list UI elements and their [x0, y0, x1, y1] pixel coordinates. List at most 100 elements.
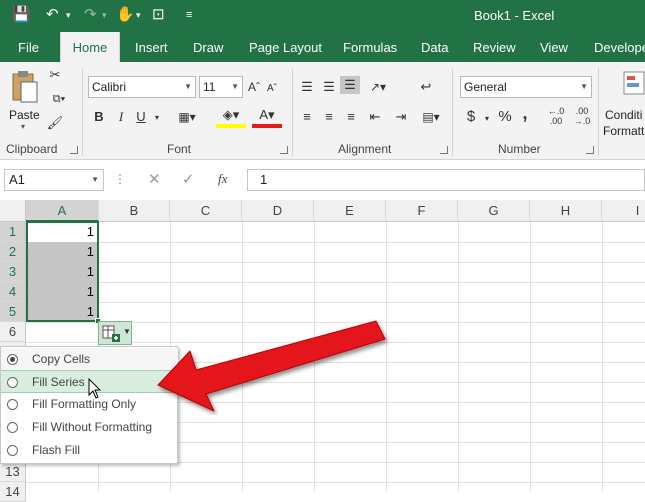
formula-input[interactable]: 1: [247, 169, 645, 191]
paste-label: Paste: [9, 108, 40, 122]
confirm-entry-icon[interactable]: ✓: [182, 170, 195, 188]
tab-draw[interactable]: Draw: [193, 40, 223, 55]
orientation-icon[interactable]: ↗▾: [364, 78, 392, 96]
font-size-select[interactable]: 11 ▼: [199, 76, 243, 98]
radio-icon: [7, 422, 18, 433]
radio-icon: [7, 445, 18, 456]
number-format-select[interactable]: General ▼: [460, 76, 592, 98]
borders-icon[interactable]: ▦▾: [174, 108, 200, 126]
font-group-label: Font: [167, 142, 192, 156]
annotation-arrow-icon: [157, 320, 386, 412]
comma-button[interactable]: ,: [518, 104, 532, 122]
undo-icon[interactable]: ↶: [46, 5, 59, 25]
row-header-13[interactable]: 13: [0, 462, 26, 482]
column-header-b[interactable]: B: [99, 200, 170, 222]
conditional-formatting-label-2: Formatt: [603, 124, 645, 138]
gridline: [26, 282, 645, 283]
more-options-icon[interactable]: ⋮: [114, 172, 126, 186]
autofill-options-button[interactable]: ▼: [98, 321, 132, 345]
number-launcher-icon[interactable]: [586, 146, 594, 154]
customize-qat-icon[interactable]: ≡: [186, 5, 192, 25]
currency-button[interactable]: $: [464, 108, 478, 126]
row-header-5[interactable]: 5: [0, 302, 26, 322]
row-header-1[interactable]: 1: [0, 222, 26, 242]
select-all-corner[interactable]: [0, 200, 26, 222]
menu-item-label: Fill Formatting Only: [32, 397, 137, 411]
underline-button[interactable]: U: [134, 108, 148, 126]
tab-page-layout[interactable]: Page Layout: [249, 40, 322, 55]
row-header-4[interactable]: 4: [0, 282, 26, 302]
row-header-3[interactable]: 3: [0, 262, 26, 282]
increase-decimal-icon[interactable]: ←.0.00: [546, 106, 566, 126]
tab-home[interactable]: Home: [60, 32, 120, 63]
middle-align-icon[interactable]: ☰: [320, 78, 338, 96]
font-color-icon[interactable]: A▾: [252, 106, 282, 128]
top-align-icon[interactable]: ☰: [298, 78, 316, 96]
italic-button[interactable]: I: [114, 108, 128, 126]
insert-function-button[interactable]: fx: [218, 171, 227, 187]
paste-button[interactable]: Paste ▾: [6, 68, 42, 131]
column-header-d[interactable]: D: [242, 200, 314, 222]
copy-icon[interactable]: ⧉▾: [46, 90, 72, 108]
divider: [82, 68, 83, 156]
tab-file[interactable]: File: [18, 40, 39, 55]
column-header-h[interactable]: H: [530, 200, 602, 222]
decrease-indent-icon[interactable]: ⇤: [364, 108, 386, 126]
increase-indent-icon[interactable]: ⇥: [390, 108, 412, 126]
menu-item-flash-fill[interactable]: Flash Fill: [1, 439, 178, 462]
mouse-pointer-icon: [88, 378, 102, 399]
fill-color-icon[interactable]: ◈▾: [216, 106, 246, 128]
percent-button[interactable]: %: [496, 108, 514, 126]
align-center-icon[interactable]: ≡: [320, 108, 338, 126]
sitemap-icon[interactable]: ⊡: [152, 5, 165, 25]
format-painter-icon[interactable]: 🖌: [46, 114, 64, 132]
divider: [598, 68, 599, 156]
wrap-text-icon[interactable]: ↩: [416, 78, 436, 96]
clipboard-launcher-icon[interactable]: [70, 146, 78, 154]
touch-mode-icon[interactable]: ✋: [116, 5, 135, 25]
tab-insert[interactable]: Insert: [135, 40, 168, 55]
grow-font-icon[interactable]: Aˆ: [246, 78, 262, 96]
column-header-i[interactable]: I: [602, 200, 645, 222]
column-header-c[interactable]: C: [170, 200, 242, 222]
merge-center-icon[interactable]: ▤▾: [416, 108, 446, 126]
bottom-align-icon[interactable]: ☰: [340, 76, 360, 94]
radio-icon: [7, 399, 18, 410]
save-icon[interactable]: 💾: [12, 5, 31, 25]
cancel-entry-icon[interactable]: ✕: [148, 170, 161, 188]
tab-data[interactable]: Data: [421, 40, 448, 55]
number-format-value: General: [464, 80, 507, 94]
tab-formulas[interactable]: Formulas: [343, 40, 397, 55]
row-header-2[interactable]: 2: [0, 242, 26, 262]
bold-button[interactable]: B: [92, 108, 106, 126]
tab-review[interactable]: Review: [473, 40, 516, 55]
tab-developer[interactable]: Developer: [594, 40, 645, 55]
chevron-down-icon[interactable]: ▾: [152, 109, 162, 127]
decrease-decimal-icon[interactable]: .00 →.0: [572, 106, 592, 126]
tab-view[interactable]: View: [540, 40, 568, 55]
menu-item-fill-without-formatting[interactable]: Fill Without Formatting: [1, 416, 178, 439]
column-header-e[interactable]: E: [314, 200, 386, 222]
chevron-down-icon[interactable]: ▾: [482, 110, 492, 128]
alignment-launcher-icon[interactable]: [440, 146, 448, 154]
name-box[interactable]: A1 ▼: [4, 169, 104, 191]
conditional-formatting-button[interactable]: Conditi Formatt: [600, 68, 645, 140]
font-name-select[interactable]: Calibri ▼: [88, 76, 196, 98]
cut-icon[interactable]: ✂: [46, 66, 64, 84]
shrink-font-icon[interactable]: Aˇ: [264, 80, 280, 98]
font-name-value: Calibri: [92, 80, 127, 94]
column-header-g[interactable]: G: [458, 200, 530, 222]
gridline: [26, 482, 645, 483]
font-launcher-icon[interactable]: [280, 146, 288, 154]
touch-dropdown-icon[interactable]: ▾: [136, 5, 141, 25]
align-left-icon[interactable]: ≡: [298, 108, 316, 126]
column-header-f[interactable]: F: [386, 200, 458, 222]
align-right-icon[interactable]: ≡: [342, 108, 360, 126]
ribbon: Paste ▾ ✂ ⧉▾ 🖌 Clipboard Calibri ▼ 11 ▼ Aˆ…: [0, 62, 645, 160]
undo-dropdown-icon[interactable]: ▾: [66, 5, 71, 25]
row-header-6[interactable]: 6: [0, 322, 26, 342]
chevron-down-icon: ▼: [123, 327, 131, 336]
row-header-14[interactable]: 14: [0, 482, 26, 502]
column-header-a[interactable]: A: [26, 200, 99, 222]
conditional-formatting-icon: [623, 71, 645, 95]
